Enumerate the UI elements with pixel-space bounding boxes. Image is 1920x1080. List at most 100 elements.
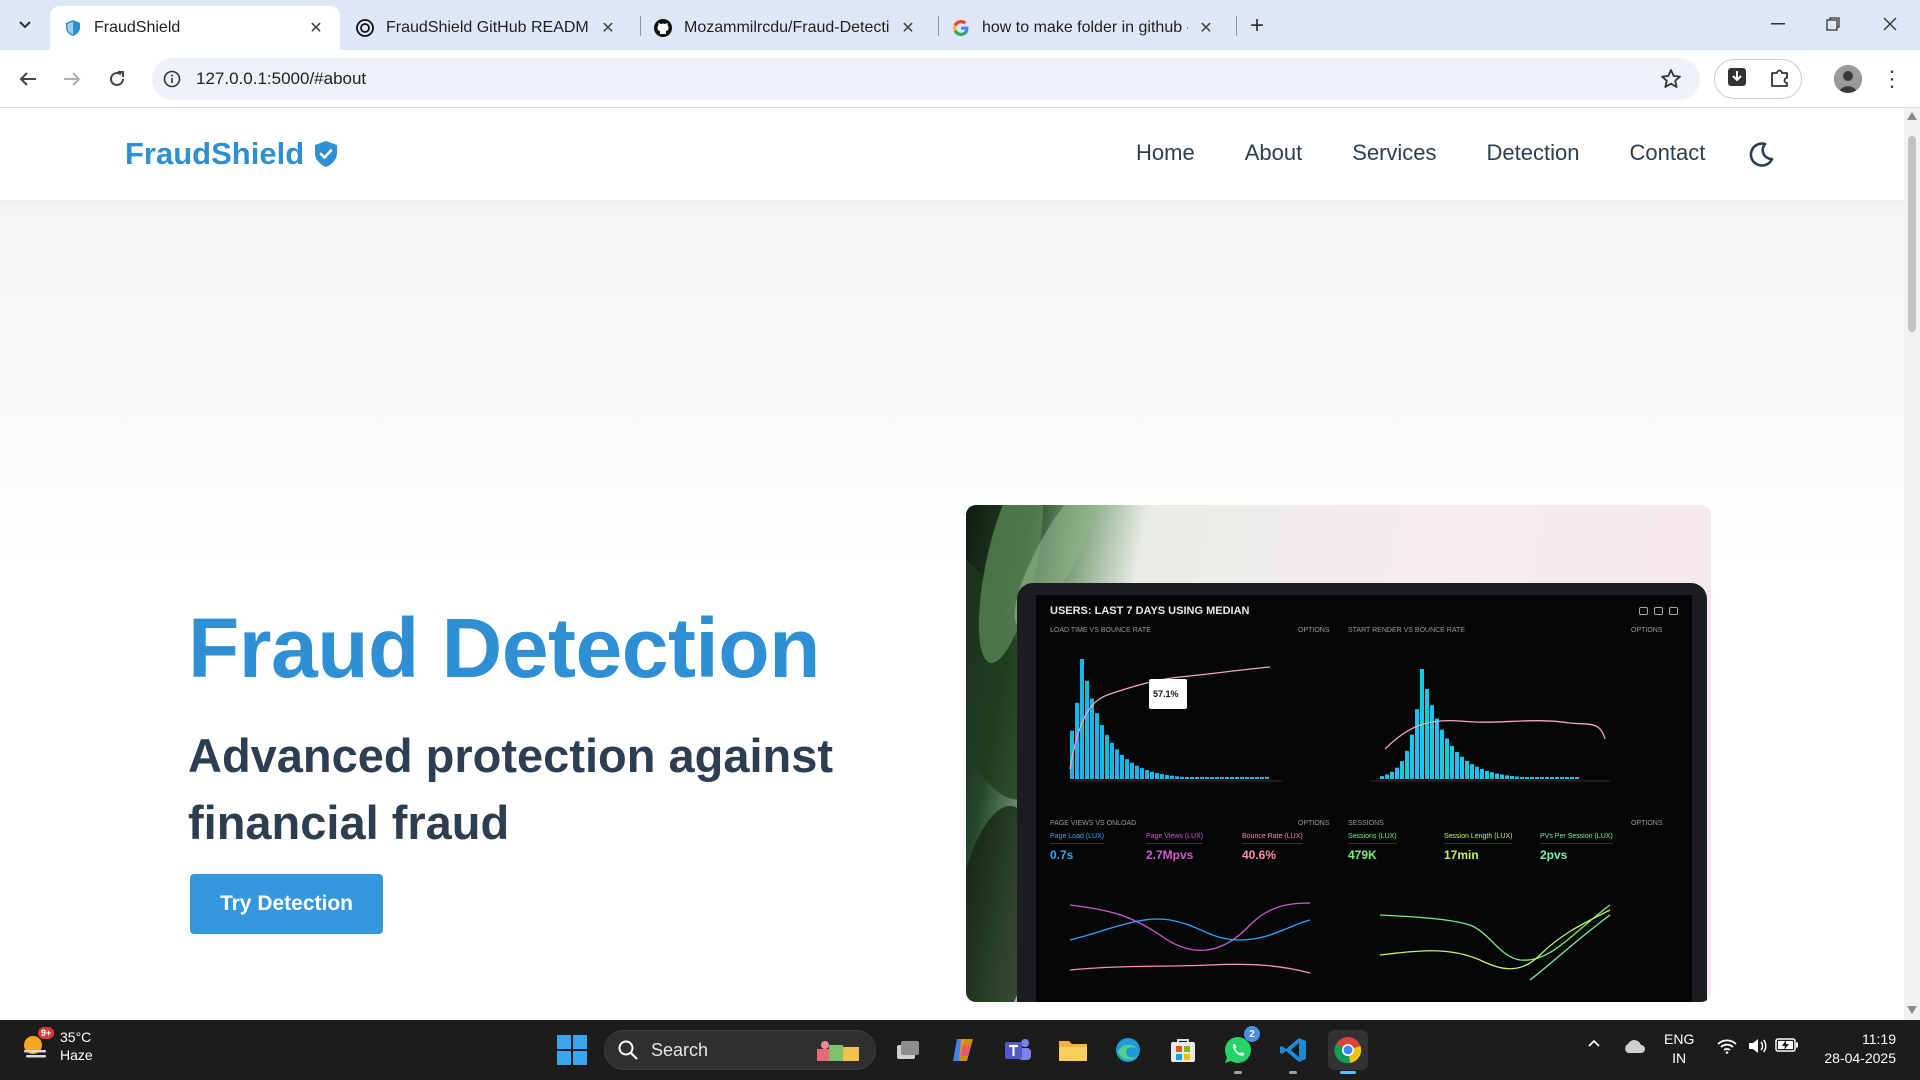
panel-options: OPTIONS (1298, 627, 1330, 634)
volume-button[interactable] (1746, 1038, 1768, 1054)
restore-icon (1826, 17, 1840, 31)
arrow-right-icon (64, 72, 81, 86)
kpi-label: Page Views (LUX) (1146, 833, 1204, 844)
tab-fraudshield[interactable]: FraudShield ✕ (50, 6, 340, 50)
brand-logo[interactable]: FraudShield (125, 136, 338, 172)
try-detection-button[interactable]: Try Detection (190, 874, 383, 934)
analytics-dashboard-image: USERS: LAST 7 DAYS USING MEDIAN LOAD TIM… (966, 505, 1711, 1002)
kpi-value: 40.6% (1242, 848, 1277, 862)
decorative-histogram-bar (1120, 754, 1124, 779)
browser-toolbar: 127.0.0.1:5000/#about ⋮ (0, 50, 1920, 108)
vscode-button[interactable] (1273, 1030, 1313, 1074)
decorative-histogram-bar (1565, 777, 1569, 779)
microsoft-store-button[interactable] (1163, 1030, 1203, 1070)
decorative-histogram-bar (1165, 774, 1169, 779)
forward-button[interactable] (54, 61, 90, 97)
decorative-histogram-bar (1115, 749, 1119, 779)
nav-link-contact[interactable]: Contact (1630, 140, 1706, 166)
battery-button[interactable] (1774, 1038, 1800, 1052)
system-clock[interactable]: 11:19 28-04-2025 (1816, 1030, 1896, 1068)
decorative-histogram-bar (1490, 772, 1494, 779)
close-window-button[interactable] (1870, 8, 1910, 40)
decorative-histogram-bar (1515, 776, 1519, 779)
decorative-histogram-bar (1130, 762, 1134, 779)
decorative-histogram-bar (1170, 775, 1174, 779)
edge-button[interactable] (1108, 1030, 1148, 1070)
close-tab-icon[interactable]: ✕ (898, 18, 918, 38)
active-indicator (1340, 1071, 1356, 1074)
reload-button[interactable] (99, 61, 135, 97)
decorative-histogram-bar (1415, 709, 1419, 779)
taskbar-search-box[interactable]: Search (604, 1030, 876, 1070)
teams-button[interactable] (998, 1030, 1038, 1070)
edge-icon (1116, 1038, 1140, 1062)
hero-section: Fraud Detection Advanced protection agai… (0, 200, 1904, 1020)
decorative-histogram-bar (1090, 698, 1094, 779)
search-highlight-icon (817, 1041, 859, 1061)
back-button[interactable] (10, 61, 46, 97)
kpi-pvs-per-session: PVs Per Session (LUX) 2pvs (1540, 833, 1613, 862)
nav-link-home[interactable]: Home (1136, 140, 1195, 166)
wifi-button[interactable] (1716, 1038, 1738, 1054)
decorative-histogram-bar (1195, 777, 1199, 779)
tab-github-readme[interactable]: FraudShield GitHub README ✕ (342, 6, 632, 50)
shield-check-icon (314, 140, 338, 168)
theme-toggle-button[interactable] (1746, 140, 1776, 170)
decorative-histogram-bar (1500, 774, 1504, 779)
nav-link-services[interactable]: Services (1352, 140, 1436, 166)
new-tab-button[interactable]: + (1243, 12, 1271, 40)
nav-link-about[interactable]: About (1245, 140, 1303, 166)
scroll-up-arrow-icon[interactable] (1907, 112, 1917, 120)
decorative-histogram-bar (1100, 725, 1104, 779)
tab-google-search[interactable]: how to make folder in github - ✕ (938, 6, 1230, 50)
profile-avatar[interactable] (1834, 65, 1862, 93)
bookmark-star-icon[interactable] (1660, 68, 1682, 95)
start-button[interactable] (556, 1034, 588, 1066)
site-info-icon[interactable] (162, 69, 182, 89)
chrome-button[interactable] (1328, 1030, 1368, 1074)
decorative-histogram-bar (1085, 680, 1089, 779)
file-explorer-button[interactable] (1053, 1030, 1093, 1070)
kpi-value: 2.7Mpvs (1146, 848, 1194, 862)
tab-title: Mozammilrcdu/Fraud-Detection (684, 19, 890, 36)
decorative-histogram-bar (1475, 766, 1479, 779)
chevron-down-icon (19, 21, 31, 29)
whatsapp-button[interactable]: 2 (1218, 1026, 1260, 1074)
search-label: Search (651, 1039, 709, 1060)
line-charts (1069, 902, 1611, 981)
page-scrollbar[interactable] (1904, 108, 1920, 1020)
minimize-button[interactable] (1758, 8, 1798, 40)
onedrive-button[interactable] (1620, 1038, 1648, 1054)
weather-widget[interactable]: 9+ 35°C Haze (20, 1027, 93, 1064)
decorative-histogram-bar (1485, 770, 1489, 779)
close-tab-icon[interactable]: ✕ (598, 18, 618, 38)
puzzle-extensions-icon[interactable] (1769, 66, 1791, 93)
browser-menu-icon[interactable]: ⋮ (1880, 66, 1904, 92)
moon-icon (1749, 142, 1774, 167)
nav-link-detection[interactable]: Detection (1487, 140, 1580, 166)
show-hidden-icons-button[interactable] (1582, 1038, 1606, 1048)
decorative-histogram-bar (1560, 777, 1564, 779)
tab-search-button[interactable] (8, 10, 42, 40)
brand-name: FraudShield (125, 136, 305, 171)
scrollbar-thumb[interactable] (1908, 136, 1916, 332)
copilot-button[interactable] (943, 1030, 983, 1070)
decorative-histogram-bar (1570, 777, 1574, 779)
tab-divider (1236, 16, 1237, 36)
restore-button[interactable] (1813, 8, 1853, 40)
decorative-histogram-bar (1145, 770, 1149, 779)
close-tab-icon[interactable]: ✕ (306, 18, 326, 38)
site-nav-links: Home About Services Detection Contact (1136, 140, 1705, 166)
cloud-icon (1625, 1040, 1645, 1053)
tab-github-repo[interactable]: Mozammilrcdu/Fraud-Detection ✕ (640, 6, 932, 50)
decorative-histogram-bar (1450, 745, 1454, 779)
close-tab-icon[interactable]: ✕ (1196, 18, 1216, 38)
input-language-button[interactable]: ENG IN (1664, 1030, 1694, 1068)
scroll-down-arrow-icon[interactable] (1907, 1006, 1917, 1014)
task-view-button[interactable] (888, 1030, 928, 1070)
kpi-label: Session Length (LUX) (1444, 833, 1513, 844)
kpi-label: Page Load (LUX) (1050, 833, 1105, 844)
search-icon (618, 1040, 638, 1060)
address-bar[interactable]: 127.0.0.1:5000/#about (152, 58, 1700, 100)
download-extension-icon[interactable] (1726, 66, 1748, 93)
